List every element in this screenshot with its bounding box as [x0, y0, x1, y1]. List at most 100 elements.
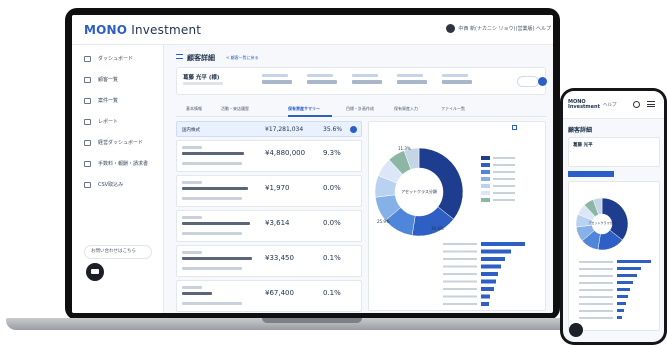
sidebar-item-csv-import[interactable]: CSV取込み [72, 177, 163, 192]
legend-label [493, 157, 515, 159]
sidebar-item-deals[interactable]: 案件一覧 [72, 93, 163, 108]
field-label [352, 74, 378, 77]
phone-logo[interactable]: MONO Investment [568, 100, 600, 110]
list-item[interactable]: ¥33,450 0.1% [176, 245, 362, 277]
field-value [262, 80, 292, 84]
holding-name [182, 292, 212, 295]
org-icon [84, 139, 91, 146]
bar [617, 295, 628, 298]
bar [481, 264, 501, 269]
sidebar-item-label: 経営ダッシュボード [98, 140, 144, 146]
logo-brand: MONO [84, 23, 128, 37]
phone-app-window: MONO Investment ヘルプ 顧客詳細 葛藤 光平 アセットクラス分類 [563, 91, 664, 342]
legend-swatch [481, 198, 490, 202]
asset-class-row[interactable]: 国内株式 ¥17,281,034 35.6% [176, 121, 362, 137]
holding-percent: 0.1% [323, 289, 341, 297]
collapse-icon[interactable] [350, 126, 357, 133]
sidebar-item-fees[interactable]: 手数料・報酬・請求書 [72, 156, 163, 171]
legend-swatch [481, 177, 490, 181]
tab-file-list[interactable]: ファイル一覧 [441, 106, 465, 112]
holding-detail [182, 302, 242, 305]
phone-customer-card: 葛藤 光平 [568, 137, 660, 167]
sidebar-item-label: レポート [98, 119, 119, 125]
holding-code [182, 146, 202, 149]
laptop-notch [262, 318, 362, 323]
holding-percent: 0.0% [323, 219, 341, 227]
bar [617, 260, 651, 263]
legend-swatch [481, 170, 490, 174]
app-logo[interactable]: MONO Investment [84, 23, 201, 37]
legend-swatch [481, 191, 490, 195]
customer-name: 葛藤 光平 (様) [183, 75, 220, 81]
phone-active-tab[interactable] [568, 171, 614, 177]
main-content: 顧客詳細 < 顧客一覧に戻る 葛藤 光平 (様) 基本情報 活動・来店履歴 保有… [164, 45, 553, 313]
back-to-list-link[interactable]: < 顧客一覧に戻る [226, 55, 259, 61]
asset-allocation-panel: アセットクラス分類 11.3% 16.9% 25.9% [368, 121, 546, 311]
grid-icon [84, 55, 91, 62]
bar [481, 272, 498, 276]
bar-label [579, 317, 613, 319]
bar-label [443, 303, 477, 305]
checkbox[interactable] [512, 124, 517, 130]
list-item[interactable]: ¥67,400 0.1% [176, 280, 362, 312]
page-title: 顧客詳細 [176, 53, 215, 63]
sidebar-item-reports[interactable]: レポート [72, 114, 163, 129]
holdings-list: 国内株式 ¥17,281,034 35.6% ¥4,880,000 9.3% ¥… [176, 121, 362, 312]
tab-activity-history[interactable]: 活動・来店履歴 [221, 106, 249, 112]
bar-label [579, 268, 613, 270]
detail-tabs: 基本情報 活動・来店履歴 保有資産サマリー 目標・計画作成 保有資産入力 ファイ… [176, 103, 546, 117]
phone-allocation-panel: アセットクラス分類 [568, 181, 660, 331]
phone-donut-center-label: アセットクラス分類 [589, 220, 616, 225]
info-icon[interactable] [538, 77, 547, 86]
user-menu[interactable]: 中西 新(ナカニシ リョウ)(営業版) ヘルプ [445, 24, 551, 33]
holding-value: ¥67,400 [265, 289, 294, 297]
bar-label [579, 303, 613, 305]
app-window: MONO Investment 中西 新(ナカニシ リョウ)(営業版) ヘルプ … [72, 15, 553, 313]
bar-label [579, 261, 613, 263]
bar [481, 242, 525, 246]
chat-icon[interactable] [86, 263, 104, 281]
phone-chat-icon[interactable] [569, 323, 583, 337]
holding-value: ¥33,450 [265, 254, 294, 262]
donut-center-label: アセットクラス分類 [401, 188, 437, 194]
tab-asset-summary[interactable]: 保有資産サマリー [288, 106, 320, 112]
edit-button[interactable] [517, 76, 539, 87]
hamburger-menu-icon[interactable] [647, 101, 655, 107]
list-icon [84, 76, 91, 83]
phone-allocation-chart: アセットクラス分類 [575, 197, 651, 319]
tab-asset-input[interactable]: 保有資産入力 [394, 106, 418, 112]
field-label [442, 74, 468, 77]
sidebar-item-dashboard[interactable]: ダッシュボード [72, 51, 163, 66]
bar-label [443, 288, 477, 290]
display-toggle[interactable] [512, 124, 519, 130]
sidebar-item-customers[interactable]: 顧客一覧 [72, 72, 163, 87]
phone-customer-name: 葛藤 光平 [573, 143, 593, 148]
gear-icon[interactable] [633, 101, 640, 108]
sidebar-item-label: ダッシュボード [98, 56, 134, 62]
slice-label: 16.9% [431, 226, 444, 231]
bar [481, 279, 496, 284]
menu-icon[interactable] [176, 54, 183, 59]
holding-percent: 0.0% [323, 184, 341, 192]
bar-label [443, 280, 477, 283]
holding-code [182, 286, 202, 289]
sidebar-item-management-dashboard[interactable]: 経営ダッシュボード [72, 135, 163, 150]
list-item[interactable]: ¥1,970 0.0% [176, 175, 362, 207]
bar-label [579, 310, 613, 312]
money-icon [84, 160, 91, 167]
list-item[interactable]: ¥4,880,000 9.3% [176, 140, 362, 172]
asset-class-label: 国内株式 [182, 128, 200, 133]
holding-detail [182, 267, 242, 270]
report-icon [84, 118, 91, 125]
field-value [352, 80, 382, 84]
list-item[interactable]: ¥3,614 0.0% [176, 210, 362, 242]
slice-label: 11.3% [398, 146, 411, 151]
phone-frame: MONO Investment ヘルプ 顧客詳細 葛藤 光平 アセットクラス分類 [560, 88, 667, 345]
tab-goal-plan[interactable]: 目標・計画作成 [346, 106, 374, 112]
chat-prompt[interactable]: お問い合わせはこちら [84, 245, 152, 259]
tab-basic-info[interactable]: 基本情報 [186, 106, 202, 112]
asset-class-value: ¥17,281,034 [265, 126, 304, 133]
active-tab-indicator [288, 115, 332, 117]
slice-label: 25.9% [377, 219, 390, 224]
phone-help-link[interactable]: ヘルプ [603, 102, 617, 108]
